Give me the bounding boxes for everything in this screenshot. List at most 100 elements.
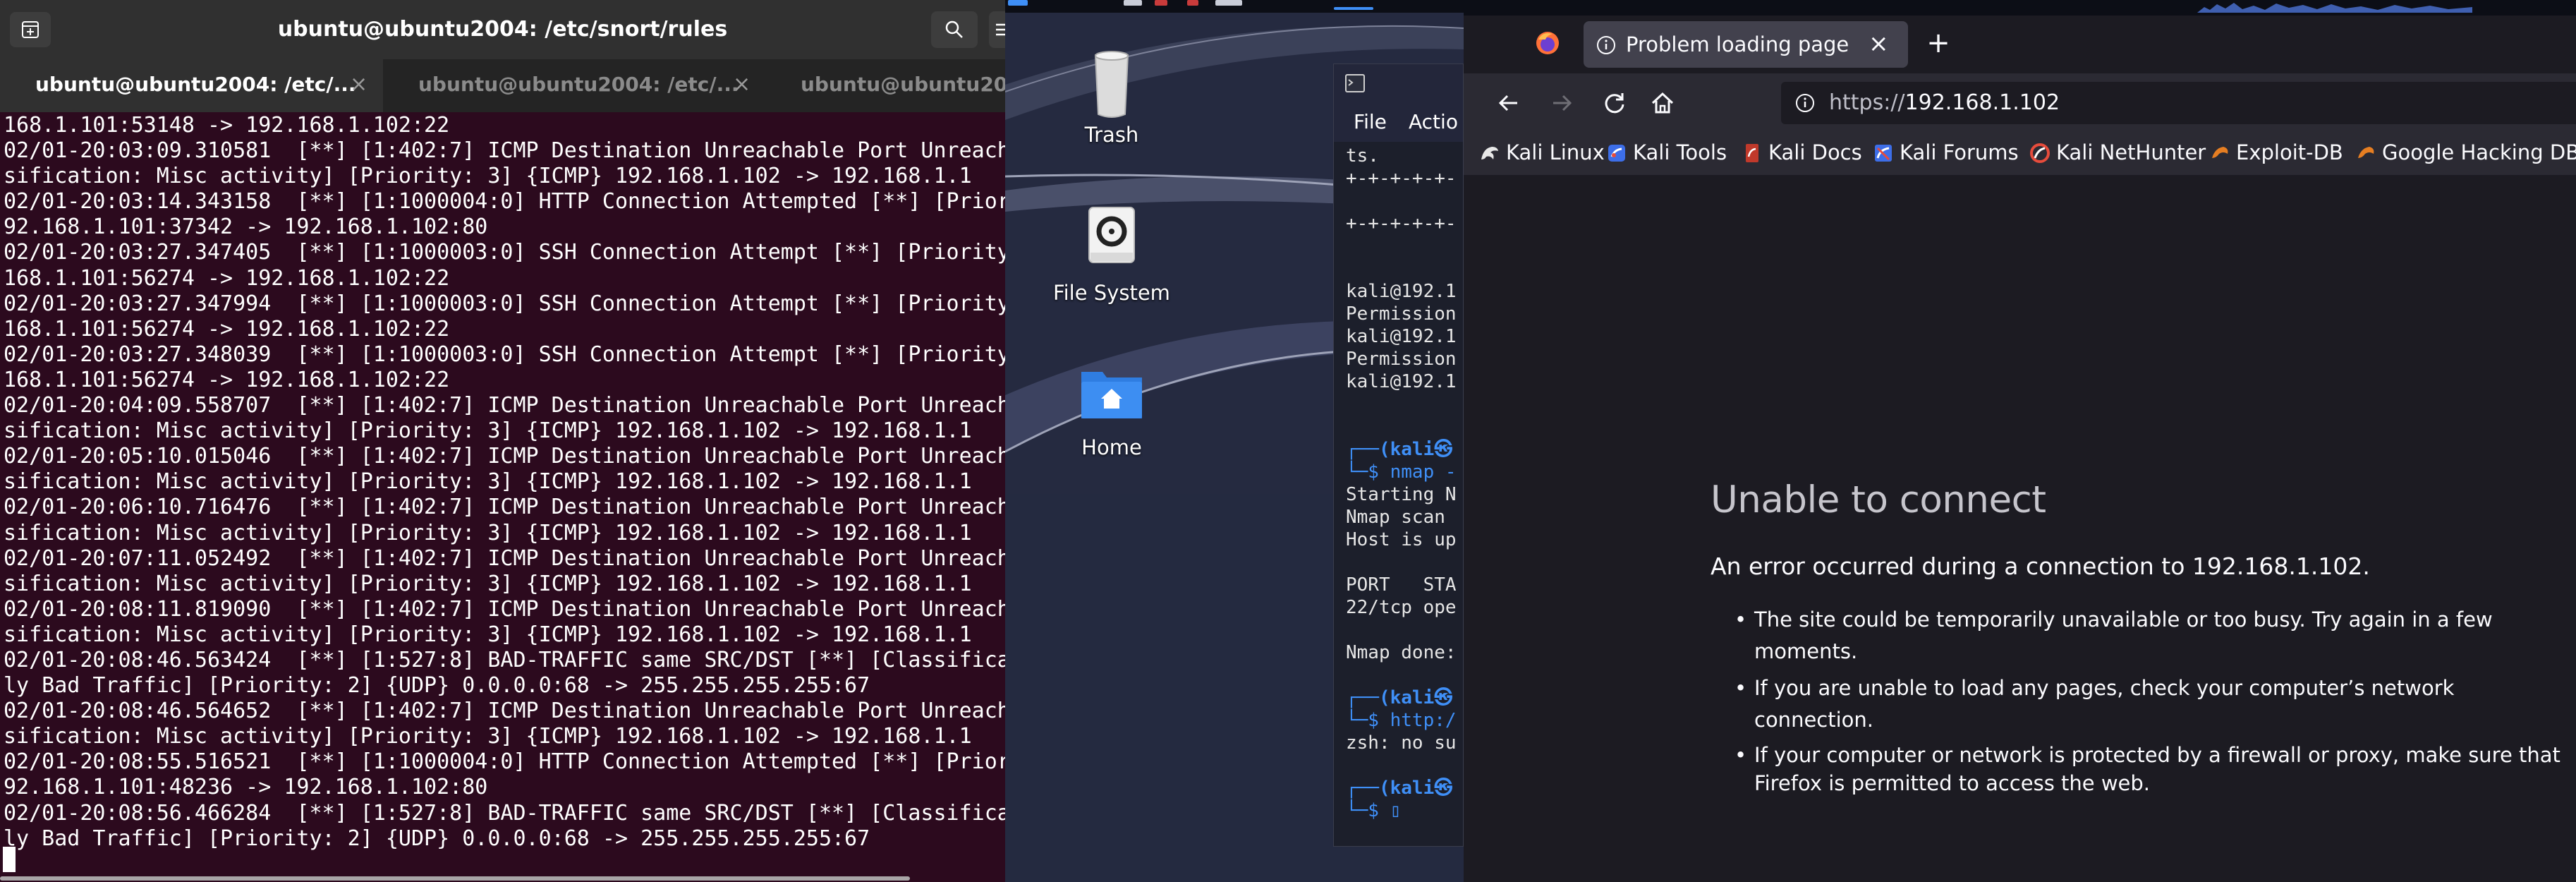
bookmark-label: Kali Forums (1900, 140, 2019, 164)
terminal-output[interactable]: 168.1.101:53148 -> 192.168.1.102:22 02/0… (4, 113, 1005, 868)
terminal-line: 92.168.1.101:37342 -> 192.168.1.102:80 (4, 215, 488, 240)
cpu-graph (2197, 3, 2472, 13)
terminal-line: 02/01-20:06:10.716476 [**] [1:402:7] ICM… (4, 495, 1005, 520)
terminal-line: 02/01-20:08:55.516521 [**] [1:1000004:0]… (4, 749, 1005, 775)
bookmark-label: Exploit-DB (2236, 140, 2343, 164)
tab-close-button[interactable]: × (1869, 21, 1889, 66)
terminal-line: 02/01-20:03:09.310581 [**] [1:402:7] ICM… (4, 138, 1005, 164)
kali-terminal-output[interactable]: ts. +-+-+-+-+- +-+-+-+-+- kali@192.1 Permiss… (1346, 145, 1463, 822)
bookmark-kali-linux[interactable]: Kali Linux (1478, 133, 1605, 175)
bookmark-google-hacking-db[interactable]: Google Hacking DB (2354, 133, 2576, 175)
terminal-line: PORT STA (1346, 574, 1457, 596)
terminal-titlebar[interactable]: ubuntu@ubuntu2004: /etc/snort/rules (0, 0, 1005, 59)
terminal-line: 22/tcp ope (1346, 597, 1457, 618)
tab-close-button[interactable]: × (350, 59, 367, 110)
kali-docs-icon (1746, 144, 1758, 162)
terminal-tab-1[interactable]: ubuntu@ubuntu2004: /etc/... × (0, 59, 383, 112)
window-title: ubuntu@ubuntu2004: /etc/snort/rules (277, 17, 728, 42)
search-icon (945, 20, 963, 38)
desktop-icon-trash[interactable]: Trash (1038, 47, 1186, 159)
terminal-line: sification: Misc activity] [Priority: 3]… (4, 164, 972, 189)
bookmark-exploit-db[interactable]: Exploit-DB (2208, 133, 2343, 175)
terminal-line: Nmap scan (1346, 507, 1445, 528)
forward-icon[interactable] (1545, 86, 1579, 120)
panel-icon[interactable] (1124, 0, 1142, 6)
terminal-line: ┌──(kali㉿ (1346, 687, 1453, 708)
terminal-tab-3[interactable]: ubuntu@ubuntu2004 (765, 59, 1005, 112)
kali-tools-icon (1608, 145, 1625, 162)
terminal-line: sification: Misc activity] [Priority: 3]… (4, 418, 972, 444)
horizontal-scrollbar[interactable] (0, 876, 910, 881)
error-title: Unable to connect (1711, 478, 2046, 521)
menu-file[interactable]: File (1354, 102, 1387, 142)
terminal-line: sification: Misc activity] [Priority: 3]… (4, 469, 972, 495)
address-bar[interactable]: https://192.168.1.102 (1781, 82, 2576, 124)
terminal-line: +-+-+-+-+- (1346, 168, 1457, 189)
bookmark-kali-forums[interactable]: Kali Forums (1871, 133, 2019, 175)
terminal-tab-2[interactable]: ubuntu@ubuntu2004: /etc/... × (383, 59, 765, 112)
hamburger-menu-button[interactable] (989, 11, 1005, 48)
terminal-line: └─$ ▯ (1346, 800, 1402, 821)
terminal-line: zsh: no su (1346, 732, 1457, 754)
terminal-line: sification: Misc activity] [Priority: 3]… (4, 622, 972, 647)
ubuntu-terminal-window[interactable]: ubuntu@ubuntu2004: /etc/snort/rules ubun… (0, 0, 1005, 882)
terminal-line: 02/01-20:08:56.466284 [**] [1:527:8] BAD… (4, 800, 1005, 826)
terminal-line: kali@192.1 (1346, 326, 1457, 347)
panel-icon[interactable] (1155, 0, 1167, 6)
firefox-window[interactable]: Problem loading page × + https://192.168… (1464, 0, 2576, 882)
terminal-line: ┌──(kali㉿ (1346, 778, 1453, 799)
terminal-line: 02/01-20:03:27.348039 [**] [1:1000003:0]… (4, 342, 1005, 367)
desktop-icon-home[interactable]: Home (1038, 363, 1186, 476)
tab-title: Problem loading page (1626, 32, 1849, 56)
panel-icon[interactable] (1215, 0, 1242, 6)
home-icon[interactable] (1646, 86, 1679, 120)
terminal-tab-bar: ubuntu@ubuntu2004: /etc/... × ubuntu@ubu… (0, 59, 1005, 112)
terminal-line: sification: Misc activity] [Priority: 3]… (4, 520, 972, 545)
kali-terminal-titlebar[interactable] (1334, 64, 1463, 102)
terminal-line: Permission (1346, 349, 1457, 370)
url-text: https://192.168.1.102 (1829, 82, 2060, 124)
search-button[interactable] (931, 11, 978, 48)
back-icon[interactable] (1492, 86, 1526, 120)
terminal-line: 02/01-20:05:10.015046 [**] [1:402:7] ICM… (4, 444, 1005, 469)
terminal-line: └─$ http:/ (1346, 710, 1457, 731)
nethunter-icon (2030, 143, 2050, 163)
bookmark-kali-tools[interactable]: Kali Tools (1605, 133, 1727, 175)
browser-tab[interactable]: Problem loading page × (1584, 21, 1908, 68)
reload-icon[interactable] (1598, 86, 1632, 120)
terminal-line: Host is up (1346, 529, 1457, 550)
panel-icon[interactable] (1187, 0, 1198, 6)
url-scheme: https:// (1829, 90, 1905, 115)
terminal-cursor (3, 847, 16, 872)
bookmark-kali-docs[interactable]: Kali Docs (1740, 133, 1862, 175)
error-suggestion: If you are unable to load any pages, che… (1734, 672, 2576, 736)
panel-launcher[interactable] (1008, 0, 1028, 6)
error-suggestion: If your computer or network is protected… (1734, 741, 2576, 797)
firefox-icon[interactable] (1534, 30, 1561, 56)
kali-terminal-window[interactable]: File Actio ts. +-+-+-+-+- +-+-+-+-+- kali@1… (1333, 64, 1464, 847)
menu-actions[interactable]: Actio (1409, 102, 1458, 142)
browser-tab-strip: Problem loading page × + (1464, 16, 2576, 73)
terminal-line: kali@192.1 (1346, 281, 1457, 302)
terminal-line: 168.1.101:56274 -> 192.168.1.102:22 (4, 265, 450, 291)
browser-navigation-bar: https://192.168.1.102 (1464, 73, 2576, 133)
kali-forums-icon (1875, 145, 1892, 162)
url-host: 192.168.1.102 (1904, 90, 2060, 115)
top-panel-strip (1464, 0, 2576, 16)
tab-label: ubuntu@ubuntu2004 (801, 73, 1005, 96)
tab-close-button[interactable]: × (733, 59, 751, 110)
terminal-line: +-+-+-+-+- (1346, 213, 1457, 234)
terminal-line: sification: Misc activity] [Priority: 3]… (4, 724, 972, 749)
desktop-icon-file-system[interactable]: File System (1038, 205, 1186, 318)
bookmark-kali-nethunter[interactable]: Kali NetHunter (2028, 133, 2206, 175)
terminal-line: ly Bad Traffic] [Priority: 2] {UDP} 0.0.… (4, 673, 870, 699)
terminal-line: ly Bad Traffic] [Priority: 2] {UDP} 0.0.… (4, 826, 870, 851)
terminal-line: ┌──(kali㉿ (1346, 439, 1453, 460)
panel-task[interactable] (1334, 7, 1373, 10)
bookmark-label: Kali NetHunter (2056, 140, 2206, 164)
site-info-icon[interactable] (1795, 93, 1815, 113)
new-tab-button[interactable]: + (1916, 21, 1960, 68)
